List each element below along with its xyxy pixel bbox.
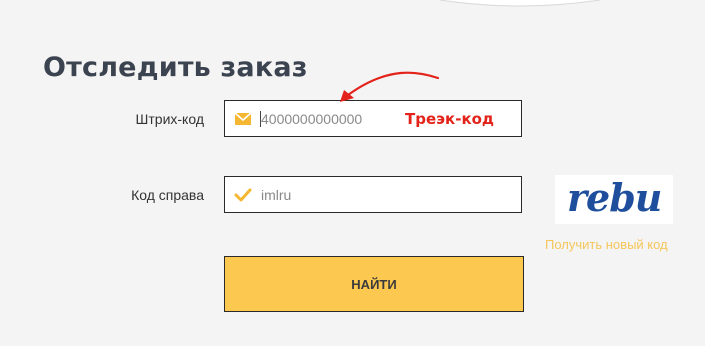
captcha-input[interactable] [261, 177, 511, 212]
header-decoration [439, 0, 601, 7]
annotation-text: Треэк-код [405, 110, 495, 128]
captcha-image-text: rebu [567, 175, 662, 220]
find-button[interactable]: НАЙТИ [224, 256, 524, 312]
captcha-field[interactable] [224, 176, 522, 213]
new-code-link[interactable]: Получить новый код [545, 237, 668, 252]
envelope-icon [234, 112, 252, 125]
page-title: Отследить заказ [43, 52, 308, 83]
captcha-label: Код справа [131, 187, 204, 203]
annotation-arrow [340, 71, 440, 102]
barcode-label: Штрих-код [135, 111, 204, 127]
captcha-image: rebu [555, 175, 673, 224]
check-icon [234, 188, 252, 202]
